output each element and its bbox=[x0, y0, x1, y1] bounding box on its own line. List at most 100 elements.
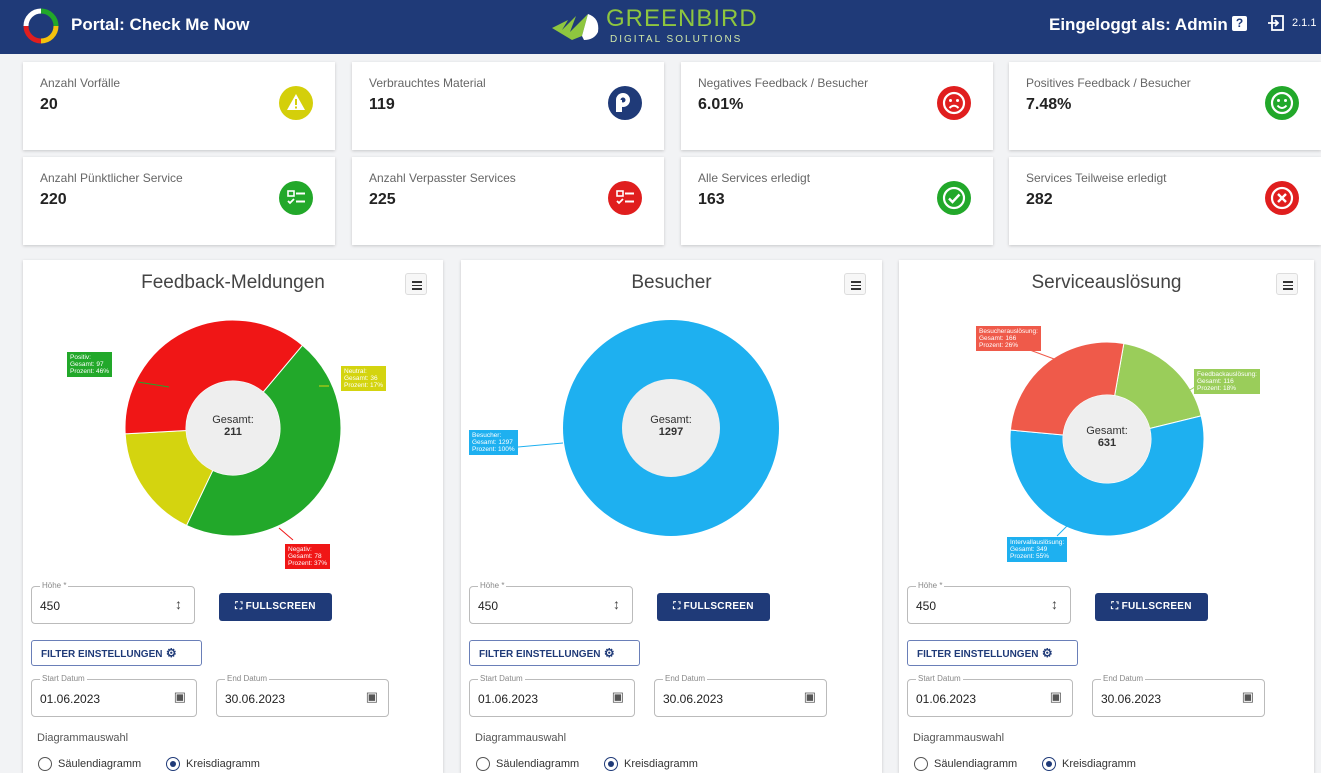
resize-vertical-icon: ↕ bbox=[613, 596, 620, 612]
radio-button[interactable] bbox=[38, 757, 52, 771]
radio-button[interactable] bbox=[914, 757, 928, 771]
data-label-line: Gesamt: 36 bbox=[344, 375, 378, 382]
end-date-field[interactable]: End Datum 30.06.2023 ▣ bbox=[1092, 674, 1265, 717]
filter-settings-button[interactable]: FILTER EINSTELLUNGEN ⚙ bbox=[469, 640, 640, 666]
fullscreen-label: FULLSCREEN bbox=[683, 601, 754, 612]
fullscreen-button[interactable]: ⛶ FULLSCREEN bbox=[1095, 593, 1208, 621]
gear-icon: ⚙ bbox=[162, 646, 177, 660]
kpi-label: Positives Feedback / Besucher bbox=[1026, 76, 1191, 90]
start-date-field[interactable]: Start Datum 01.06.2023 ▣ bbox=[469, 674, 635, 717]
donut-center-text: Gesamt: 631 bbox=[1067, 425, 1147, 449]
filter-settings-button[interactable]: FILTER EINSTELLUNGEN ⚙ bbox=[907, 640, 1078, 666]
data-label-line: Prozent: 46% bbox=[70, 368, 110, 375]
filter-label: FILTER EINSTELLUNGEN bbox=[479, 649, 601, 660]
height-label: Höhe * bbox=[478, 581, 507, 590]
data-label-line: Positiv: bbox=[70, 354, 91, 361]
end-date-value: 30.06.2023 bbox=[663, 692, 724, 706]
data-label-line: Gesamt: 97 bbox=[70, 361, 104, 368]
kpi-card: Anzahl Verpasster Services 225 bbox=[352, 157, 664, 245]
data-label-line: Besucher: bbox=[472, 432, 502, 439]
radio-label: Kreisdiagramm bbox=[624, 758, 698, 770]
center-total: 211 bbox=[224, 426, 242, 438]
kpi-card: Negatives Feedback / Besucher 6.01% bbox=[681, 62, 993, 150]
radio-button[interactable] bbox=[166, 757, 180, 771]
data-label: Besucher: Gesamt: 1297 Prozent: 100% bbox=[469, 430, 518, 455]
start-date-field[interactable]: Start Datum 01.06.2023 ▣ bbox=[907, 674, 1073, 717]
fullscreen-icon: ⛶ bbox=[235, 601, 246, 612]
fullscreen-label: FULLSCREEN bbox=[1121, 601, 1192, 612]
resize-vertical-icon: ↕ bbox=[1051, 596, 1058, 612]
kpi-label: Services Teilweise erledigt bbox=[1026, 171, 1167, 185]
help-icon[interactable]: ? bbox=[1232, 16, 1247, 31]
fullscreen-button[interactable]: ⛶ FULLSCREEN bbox=[219, 593, 332, 621]
filter-label: FILTER EINSTELLUNGEN bbox=[41, 649, 163, 660]
radio-button[interactable] bbox=[1042, 757, 1056, 771]
height-input[interactable]: Höhe * 450 ↕ bbox=[469, 581, 633, 624]
radio-label: Säulendiagramm bbox=[58, 758, 142, 770]
data-label-line: Feedbackauslösung: bbox=[1197, 371, 1257, 378]
checklist-icon bbox=[608, 181, 642, 215]
label-connector bbox=[278, 527, 294, 541]
radio-button[interactable] bbox=[604, 757, 618, 771]
kpi-value: 220 bbox=[40, 191, 67, 208]
data-label: Negativ: Gesamt: 78 Prozent: 37% bbox=[285, 544, 331, 569]
warning-icon bbox=[279, 86, 313, 120]
kpi-label: Anzahl Verpasster Services bbox=[369, 171, 516, 185]
height-label: Höhe * bbox=[916, 581, 945, 590]
data-label: Neutral: Gesamt: 36 Prozent: 17% bbox=[341, 366, 387, 391]
radio-label: Kreisdiagramm bbox=[1062, 758, 1136, 770]
donut-center-text: Gesamt: 211 bbox=[193, 414, 273, 438]
diagram-selection-label: Diagrammauswahl bbox=[913, 732, 1005, 744]
x-circle-icon bbox=[1265, 181, 1299, 215]
calendar-icon[interactable]: ▣ bbox=[1050, 689, 1062, 705]
center-label: Gesamt: bbox=[650, 414, 692, 426]
fullscreen-icon: ⛶ bbox=[1111, 601, 1122, 612]
diagram-selection-label: Diagrammauswahl bbox=[475, 732, 567, 744]
kpi-label: Alle Services erledigt bbox=[698, 171, 811, 185]
kpi-card: Alle Services erledigt 163 bbox=[681, 157, 993, 245]
gear-icon: ⚙ bbox=[1038, 646, 1053, 660]
height-input[interactable]: Höhe * 450 ↕ bbox=[907, 581, 1071, 624]
end-date-field[interactable]: End Datum 30.06.2023 ▣ bbox=[216, 674, 389, 717]
height-input[interactable]: Höhe * 450 ↕ bbox=[31, 581, 195, 624]
kpi-card: Positives Feedback / Besucher 7.48% bbox=[1009, 62, 1321, 150]
start-date-value: 01.06.2023 bbox=[40, 692, 101, 706]
kpi-value: 282 bbox=[1026, 191, 1053, 208]
end-date-label: End Datum bbox=[225, 674, 270, 683]
logout-icon[interactable] bbox=[1267, 14, 1285, 32]
end-date-field[interactable]: End Datum 30.06.2023 ▣ bbox=[654, 674, 827, 717]
data-label-line: Besucherauslösung: bbox=[979, 328, 1038, 335]
data-label-line: Gesamt: 116 bbox=[1197, 378, 1234, 385]
calendar-icon[interactable]: ▣ bbox=[174, 689, 186, 705]
data-label-line: Neutral: bbox=[344, 368, 367, 375]
data-label: Intervallauslösung: Gesamt: 349 Prozent: 5… bbox=[1007, 537, 1068, 562]
calendar-icon[interactable]: ▣ bbox=[612, 689, 624, 705]
kpi-value: 7.48% bbox=[1026, 96, 1072, 113]
calendar-icon[interactable]: ▣ bbox=[804, 689, 816, 705]
sad-face-icon bbox=[937, 86, 971, 120]
kpi-card: Anzahl Vorfälle 20 bbox=[23, 62, 335, 150]
start-date-label: Start Datum bbox=[916, 674, 963, 683]
calendar-icon[interactable]: ▣ bbox=[1242, 689, 1254, 705]
chart-card: Feedback-Meldungen Positiv: Gesamt: 97 Proz… bbox=[23, 260, 443, 773]
center-label: Gesamt: bbox=[212, 414, 254, 426]
fullscreen-button[interactable]: ⛶ FULLSCREEN bbox=[657, 593, 770, 621]
kpi-value: 119 bbox=[369, 96, 395, 113]
brand-subtitle: DIGITAL SOLUTIONS bbox=[610, 34, 743, 45]
calendar-icon[interactable]: ▣ bbox=[366, 689, 378, 705]
radio-button[interactable] bbox=[476, 757, 490, 771]
data-label: Feedbackauslösung: Gesamt: 116 Prozent: 18… bbox=[1194, 369, 1260, 394]
chart-card: Besucher Besucher: Gesamt: 1297 Prozent: 10… bbox=[461, 260, 882, 773]
fullscreen-icon: ⛶ bbox=[673, 601, 684, 612]
kpi-value: 163 bbox=[698, 191, 725, 208]
start-date-field[interactable]: Start Datum 01.06.2023 ▣ bbox=[31, 674, 197, 717]
data-label-line: Prozent: 55% bbox=[1010, 553, 1050, 560]
height-label: Höhe * bbox=[40, 581, 69, 590]
data-label-line: Prozent: 26% bbox=[979, 342, 1019, 349]
brand-name: GREENBIRD bbox=[606, 5, 758, 32]
filter-settings-button[interactable]: FILTER EINSTELLUNGEN ⚙ bbox=[31, 640, 202, 666]
height-value: 450 bbox=[478, 599, 499, 613]
kpi-label: Verbrauchtes Material bbox=[369, 76, 486, 90]
checklist-icon bbox=[279, 181, 313, 215]
start-date-label: Start Datum bbox=[478, 674, 525, 683]
